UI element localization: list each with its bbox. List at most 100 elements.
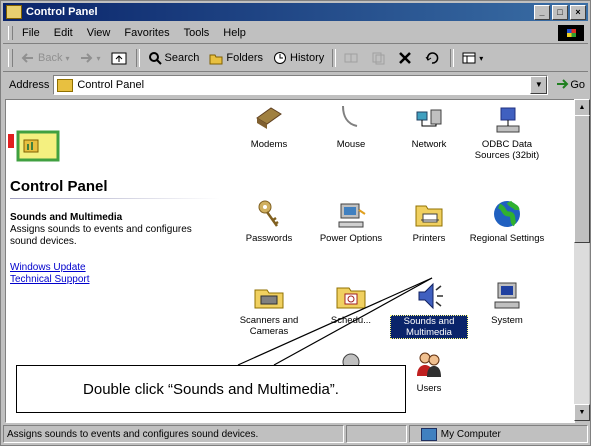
status-bar: Assigns sounds to events and configures … bbox=[3, 425, 588, 443]
item-label: Sounds and Multimedia bbox=[390, 315, 468, 339]
forward-arrow-icon bbox=[79, 51, 93, 65]
computer-icon bbox=[491, 280, 523, 312]
status-zone: My Computer bbox=[408, 425, 588, 443]
views-button[interactable]: ▾ bbox=[462, 51, 483, 65]
copy-to-icon bbox=[371, 51, 385, 65]
selected-item-name: Sounds and Multimedia bbox=[10, 212, 123, 223]
item-sounds-multimedia[interactable]: Sounds and Multimedia bbox=[390, 280, 468, 339]
menu-tools[interactable]: Tools bbox=[184, 27, 210, 39]
move-to-button[interactable] bbox=[344, 51, 361, 65]
up-folder-icon bbox=[111, 51, 126, 65]
toolbar-separator bbox=[332, 49, 337, 67]
window-controls: _ □ × bbox=[534, 5, 586, 20]
copy-to-button[interactable] bbox=[371, 51, 388, 65]
history-button[interactable]: History bbox=[273, 51, 324, 65]
search-button[interactable]: Search bbox=[148, 51, 200, 65]
menu-edit[interactable]: Edit bbox=[54, 27, 73, 39]
scroll-down-button[interactable]: ▼ bbox=[574, 404, 590, 421]
move-to-icon bbox=[344, 51, 358, 65]
item-label: Regional Settings bbox=[469, 233, 545, 244]
keys-icon bbox=[253, 198, 285, 230]
menu-view[interactable]: View bbox=[87, 27, 111, 39]
toolbar-separator bbox=[135, 49, 140, 67]
control-panel-icon bbox=[6, 5, 22, 19]
back-button[interactable]: Back ▾ bbox=[21, 51, 69, 65]
address-value: Control Panel bbox=[77, 79, 145, 91]
maximize-button[interactable]: □ bbox=[552, 5, 568, 20]
item-mouse[interactable]: Mouse bbox=[312, 104, 390, 150]
odbc-icon bbox=[491, 104, 523, 136]
status-pane-empty bbox=[345, 425, 407, 443]
pane-divider bbox=[10, 198, 220, 199]
history-label: History bbox=[290, 52, 325, 64]
network-icon bbox=[413, 104, 445, 136]
close-button[interactable]: × bbox=[570, 5, 586, 20]
folder-view: Control Panel Sounds and Multimedia Assi… bbox=[5, 99, 575, 423]
status-text: Assigns sounds to events and configures … bbox=[3, 425, 344, 443]
item-label: Scanners and Cameras bbox=[239, 315, 299, 337]
item-label: Users bbox=[416, 383, 442, 394]
menu-bar: File Edit View Favorites Tools Help bbox=[3, 23, 588, 44]
address-field[interactable]: Control Panel ▼ bbox=[53, 75, 549, 95]
item-odbc[interactable]: ODBC Data Sources (32bit) bbox=[468, 104, 546, 161]
windows-logo-icon bbox=[558, 25, 584, 41]
minimize-button[interactable]: _ bbox=[534, 5, 550, 20]
item-regional-settings[interactable]: Regional Settings bbox=[468, 198, 546, 244]
scroll-up-button[interactable]: ▲ bbox=[574, 99, 590, 116]
item-label: Printers bbox=[412, 233, 446, 244]
item-modems[interactable]: Modems bbox=[230, 104, 308, 150]
item-label: Mouse bbox=[336, 139, 366, 150]
go-button[interactable]: Go bbox=[556, 78, 585, 93]
menu-file[interactable]: File bbox=[22, 27, 40, 39]
item-label: ODBC Data Sources (32bit) bbox=[474, 139, 540, 161]
windows-update-link[interactable]: Windows Update bbox=[10, 262, 86, 273]
forward-button[interactable]: ▾ bbox=[79, 51, 101, 65]
printer-folder-icon bbox=[413, 198, 445, 230]
vertical-scrollbar[interactable]: ▲ ▼ bbox=[574, 99, 590, 421]
users-icon bbox=[413, 348, 445, 380]
address-dropdown-button[interactable]: ▼ bbox=[530, 76, 548, 94]
folders-icon bbox=[209, 51, 223, 65]
item-label: System bbox=[491, 315, 523, 326]
menu-help[interactable]: Help bbox=[223, 27, 246, 39]
undo-button[interactable] bbox=[425, 51, 442, 65]
menu-favorites[interactable]: Favorites bbox=[124, 27, 169, 39]
item-printers[interactable]: Printers bbox=[390, 198, 468, 244]
control-panel-window: Control Panel _ □ × File Edit View Favor… bbox=[0, 0, 591, 446]
toolbar-separator bbox=[450, 49, 455, 67]
item-label: Schedu... bbox=[330, 315, 372, 326]
speaker-icon bbox=[413, 280, 445, 312]
item-scanners-cameras[interactable]: Scanners and Cameras bbox=[230, 280, 308, 337]
item-network[interactable]: Network bbox=[390, 104, 468, 150]
scanner-icon bbox=[253, 280, 285, 312]
power-icon bbox=[335, 198, 367, 230]
item-power-options[interactable]: Power Options bbox=[312, 198, 390, 244]
control-panel-banner-icon bbox=[8, 118, 68, 164]
modem-icon bbox=[253, 104, 285, 136]
up-button[interactable] bbox=[111, 51, 128, 65]
technical-support-link[interactable]: Technical Support bbox=[10, 274, 90, 285]
mouse-icon bbox=[335, 104, 367, 136]
scroll-thumb[interactable] bbox=[574, 115, 590, 243]
folders-button[interactable]: Folders bbox=[209, 51, 263, 65]
search-label: Search bbox=[164, 52, 200, 64]
undo-icon bbox=[425, 51, 439, 65]
address-label: Address bbox=[9, 79, 50, 91]
back-label: Back bbox=[38, 52, 63, 64]
title-bar[interactable]: Control Panel _ □ × bbox=[3, 3, 588, 21]
history-icon bbox=[273, 51, 287, 65]
go-arrow-icon bbox=[556, 78, 570, 93]
item-label: Network bbox=[411, 139, 447, 150]
delete-x-icon bbox=[398, 51, 412, 65]
delete-button[interactable] bbox=[398, 51, 415, 65]
globe-icon bbox=[491, 198, 523, 230]
item-passwords[interactable]: Passwords bbox=[230, 198, 308, 244]
selected-item-description: Assigns sounds to events and configures … bbox=[10, 224, 192, 247]
toolbar-grip bbox=[8, 49, 13, 67]
go-label: Go bbox=[570, 79, 586, 91]
status-zone-label: My Computer bbox=[440, 428, 501, 440]
item-system[interactable]: System bbox=[468, 280, 546, 326]
item-scheduled-tasks[interactable]: Schedu... bbox=[312, 280, 390, 326]
address-bar: Address Control Panel ▼ Go bbox=[3, 73, 588, 97]
item-label: Modems bbox=[250, 139, 288, 150]
